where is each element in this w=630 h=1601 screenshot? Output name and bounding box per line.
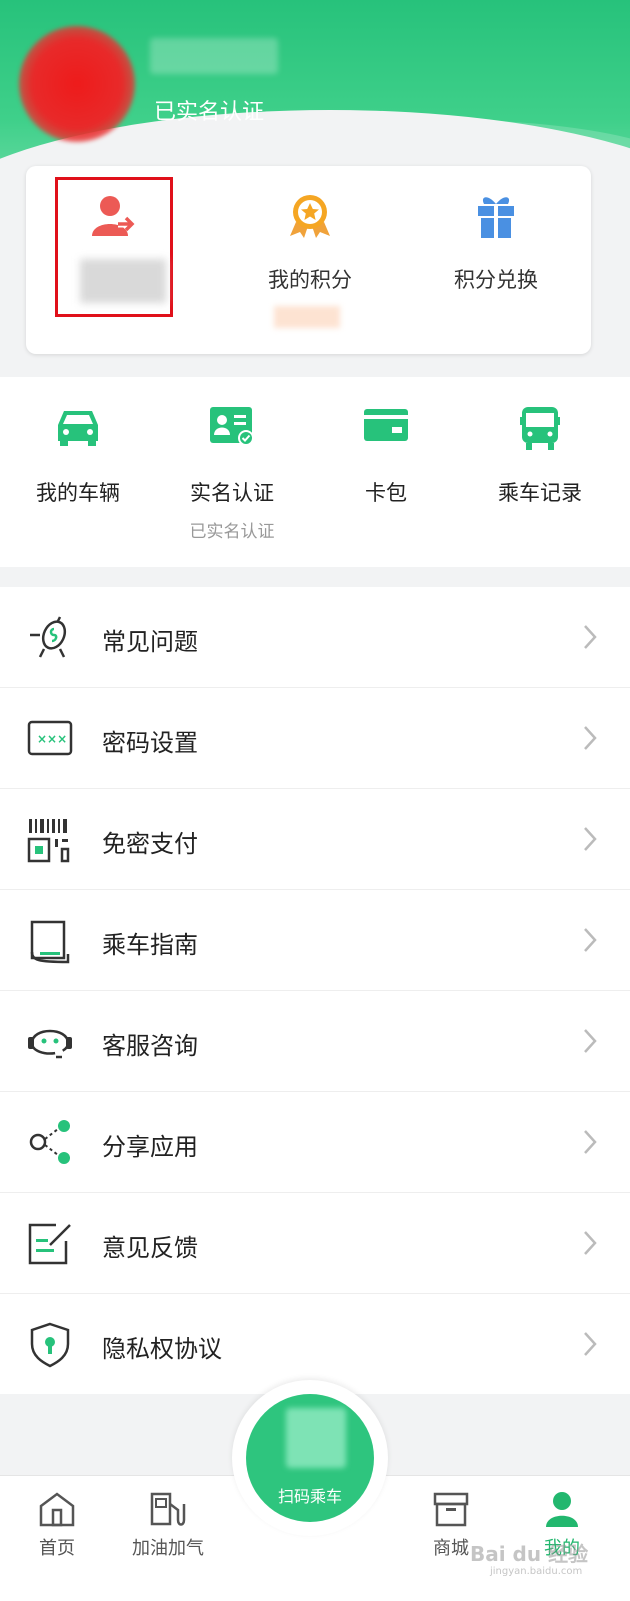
- menu-item-label: 免密支付: [102, 830, 198, 858]
- store-box-icon: [432, 1490, 470, 1532]
- guide-book-icon: [26, 918, 74, 964]
- menu-item-privacy-agreement[interactable]: 隐私权协议: [0, 1294, 630, 1394]
- username-redacted: [150, 38, 278, 74]
- quick-label: 乘车记录: [498, 481, 582, 505]
- qrcode-icon: [286, 1408, 346, 1468]
- tab-label: 首页: [39, 1538, 75, 1559]
- menu-item-share-app[interactable]: 分享应用: [0, 1092, 630, 1193]
- quick-label: 实名认证: [190, 481, 274, 505]
- chevron-right-icon: [583, 725, 597, 755]
- home-icon: [38, 1490, 76, 1532]
- avatar[interactable]: [19, 26, 135, 142]
- faq-icon: [26, 615, 74, 659]
- menu-item-label: 隐私权协议: [102, 1335, 222, 1363]
- tab-home[interactable]: 首页: [7, 1476, 107, 1601]
- car-icon: [54, 405, 102, 451]
- menu-item-label: 分享应用: [102, 1133, 198, 1161]
- card-item-label: 积分兑换: [454, 268, 538, 292]
- redacted-value: [80, 259, 166, 303]
- privacy-shield-icon: [26, 1322, 74, 1368]
- menu-item-customer-service[interactable]: 客服咨询: [0, 991, 630, 1092]
- watermark: Bai du 经验: [470, 1542, 589, 1566]
- chevron-right-icon: [583, 927, 597, 957]
- chevron-right-icon: [583, 1230, 597, 1260]
- tab-fuel-gas[interactable]: 加油加气: [118, 1476, 218, 1601]
- quick-sublabel: 已实名认证: [189, 522, 275, 542]
- user-icon: [544, 1490, 580, 1532]
- menu-item-faq[interactable]: 常见问题: [0, 587, 630, 688]
- menu-item-ride-guide[interactable]: 乘车指南: [0, 890, 630, 991]
- quick-actions: 我的车辆 实名认证 已实名认证 卡包 乘车记录: [0, 377, 630, 567]
- password-icon: ×××: [26, 716, 74, 760]
- feedback-icon: [26, 1221, 74, 1265]
- chevron-right-icon: [583, 826, 597, 856]
- gift-icon: [474, 192, 518, 244]
- card-item-label: 我的积分: [268, 268, 352, 292]
- menu-item-feedback[interactable]: 意见反馈: [0, 1193, 630, 1294]
- customer-service-icon: [26, 1019, 74, 1063]
- watermark-url: jingyan.baidu.com: [490, 1566, 583, 1577]
- qrcode-pay-icon: [26, 817, 74, 863]
- share-icon: [26, 1120, 74, 1164]
- chevron-right-icon: [583, 1331, 597, 1361]
- account-card: 我的积分 积分兑换: [26, 166, 591, 354]
- bus-icon: [518, 405, 562, 455]
- chevron-right-icon: [583, 1129, 597, 1159]
- quick-label: 卡包: [365, 481, 407, 505]
- menu-item-label: 客服咨询: [102, 1032, 198, 1060]
- fuel-pump-icon: [148, 1490, 188, 1532]
- svg-text:×××: ×××: [37, 732, 67, 746]
- menu-item-label: 常见问题: [102, 628, 198, 656]
- menu-item-label: 意见反馈: [102, 1234, 198, 1262]
- menu-item-label: 密码设置: [102, 729, 198, 757]
- tab-label: 加油加气: [132, 1538, 204, 1559]
- verified-status: 已实名认证: [154, 100, 265, 125]
- menu-item-password-settings[interactable]: ××× 密码设置: [0, 688, 630, 789]
- quick-label: 我的车辆: [36, 481, 120, 505]
- chevron-right-icon: [583, 1028, 597, 1058]
- scan-to-ride-label: 扫码乘车: [277, 1487, 342, 1506]
- wallet-card-icon: [362, 405, 410, 449]
- medal-icon: [286, 192, 334, 244]
- id-card-verified-icon: [208, 405, 256, 451]
- settings-menu: 常见问题 ××× 密码设置 免密支付 乘车指南 客服咨询 分享应用 意见反馈 隐…: [0, 587, 630, 1394]
- menu-item-password-free-payment[interactable]: 免密支付: [0, 789, 630, 890]
- menu-item-label: 乘车指南: [102, 931, 198, 959]
- card-item-points-exchange[interactable]: 积分兑换: [426, 166, 566, 354]
- redacted-points-value: [274, 306, 340, 328]
- chevron-right-icon: [583, 624, 597, 654]
